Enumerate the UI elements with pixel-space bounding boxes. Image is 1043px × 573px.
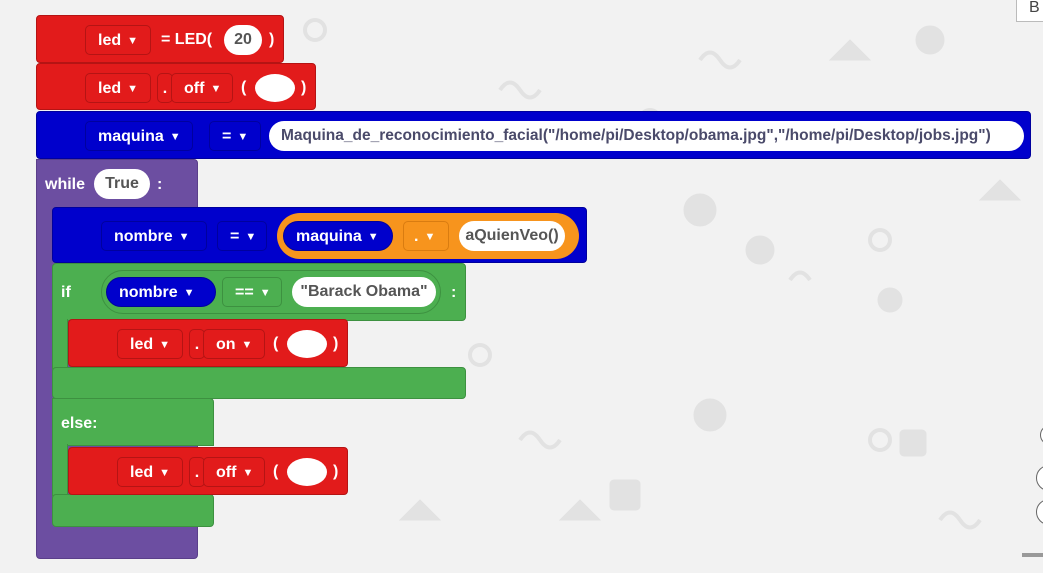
chevron-down-icon: ▼ xyxy=(127,35,139,47)
trash-icon[interactable] xyxy=(1022,553,1043,573)
dot-label: . xyxy=(194,336,200,353)
if-keyword: if xyxy=(61,284,71,301)
nombre-var-dropdown[interactable]: nombre ▼ xyxy=(101,221,207,251)
dot-dropdown[interactable]: . ▼ xyxy=(403,221,449,251)
chevron-down-icon: ▼ xyxy=(367,231,379,243)
method-call-block[interactable]: maquina ▼ . ▼ aQuienVeo() xyxy=(277,213,579,259)
argument-input[interactable] xyxy=(287,458,327,486)
chevron-down-icon: ▼ xyxy=(245,231,257,243)
chevron-down-icon: ▼ xyxy=(241,339,253,351)
maquina-var-dropdown[interactable]: maquina ▼ xyxy=(85,121,193,151)
else-side-bar xyxy=(52,444,68,496)
nombre-var-label: nombre xyxy=(114,228,173,245)
assign-operator-dropdown[interactable]: = ▼ xyxy=(209,121,261,151)
led-constructor-text: = LED( xyxy=(161,31,213,48)
method-name-input[interactable]: aQuienVeo() xyxy=(459,221,565,251)
open-paren: ( xyxy=(273,463,279,480)
object-var-dropdown[interactable]: maquina ▼ xyxy=(283,221,393,251)
led-var-label: led xyxy=(98,80,122,97)
assign-operator-dropdown[interactable]: = ▼ xyxy=(217,221,267,251)
argument-input[interactable] xyxy=(287,330,327,358)
led-off-block-else[interactable]: led ▼ . off ▼ ( ) xyxy=(68,447,348,495)
chevron-down-icon: ▼ xyxy=(127,83,139,95)
if-colon: : xyxy=(451,284,457,301)
corner-button[interactable]: B xyxy=(1016,0,1043,22)
chevron-down-icon: ▼ xyxy=(178,231,190,243)
while-condition-input[interactable]: True xyxy=(94,169,150,199)
led-var-dropdown[interactable]: led ▼ xyxy=(117,457,183,487)
assign-operator-label: = xyxy=(222,128,232,145)
comparison-operator-label: == xyxy=(235,284,254,301)
pin-number-input[interactable]: 20 xyxy=(224,25,262,55)
led-on-block[interactable]: led ▼ . on ▼ ( ) xyxy=(68,319,348,367)
chevron-down-icon: ▼ xyxy=(242,467,254,479)
constructor-expression-input[interactable]: Maquina_de_reconocimiento_facial("/home/… xyxy=(269,121,1024,151)
chevron-down-icon: ▼ xyxy=(210,83,222,95)
chevron-down-icon: ▼ xyxy=(159,467,171,479)
close-paren: ) xyxy=(333,463,339,480)
led-assign-block[interactable]: led ▼ = LED( 20 ) xyxy=(36,15,284,63)
led-var-dropdown[interactable]: led ▼ xyxy=(85,25,151,55)
method-label: off xyxy=(184,80,205,97)
close-paren: ) xyxy=(269,31,275,48)
dot-label: . xyxy=(194,464,200,481)
led-var-label: led xyxy=(98,32,122,49)
comparison-block[interactable]: nombre ▼ == ▼ "Barack Obama" xyxy=(101,270,441,314)
else-keyword: else: xyxy=(61,415,98,432)
method-dropdown[interactable]: off ▼ xyxy=(171,73,233,103)
close-paren: ) xyxy=(301,79,307,96)
else-footer xyxy=(52,494,214,527)
while-colon: : xyxy=(157,176,163,193)
nombre-var-label: nombre xyxy=(119,284,178,301)
if-block[interactable]: if nombre ▼ == ▼ "Barack Obama" : xyxy=(52,263,466,321)
maquina-assign-block[interactable]: maquina ▼ = ▼ Maquina_de_reconocimiento_fa… xyxy=(36,111,1031,159)
led-var-label: led xyxy=(130,336,154,353)
if-footer xyxy=(52,367,466,399)
chevron-down-icon: ▼ xyxy=(159,339,171,351)
chevron-down-icon: ▼ xyxy=(237,131,249,143)
chevron-down-icon: ▼ xyxy=(169,131,181,143)
chevron-down-icon: ▼ xyxy=(259,287,271,299)
assign-operator-label: = xyxy=(230,228,240,245)
led-var-dropdown[interactable]: led ▼ xyxy=(117,329,183,359)
close-paren: ) xyxy=(333,335,339,352)
corner-button-label: B xyxy=(1029,0,1040,16)
chevron-down-icon: ▼ xyxy=(183,287,195,299)
comparison-value-input[interactable]: "Barack Obama" xyxy=(292,277,436,307)
led-var-dropdown[interactable]: led ▼ xyxy=(85,73,151,103)
if-side-bar xyxy=(52,319,68,369)
while-keyword: while xyxy=(45,176,86,193)
open-paren: ( xyxy=(241,79,247,96)
dot-label: . xyxy=(162,80,168,97)
nombre-assign-block[interactable]: nombre ▼ = ▼ maquina ▼ . ▼ aQuienVeo() xyxy=(52,207,587,263)
method-label: off xyxy=(216,464,237,481)
method-dropdown[interactable]: on ▼ xyxy=(203,329,265,359)
open-paren: ( xyxy=(273,335,279,352)
argument-input[interactable] xyxy=(255,74,295,102)
object-var-label: maquina xyxy=(296,228,362,245)
chevron-down-icon: ▼ xyxy=(424,231,436,243)
nombre-var-dropdown[interactable]: nombre ▼ xyxy=(106,277,216,307)
method-dropdown[interactable]: off ▼ xyxy=(203,457,265,487)
else-block[interactable]: else: xyxy=(52,398,214,446)
method-label: on xyxy=(216,336,236,353)
led-off-block[interactable]: led ▼ . off ▼ ( ) xyxy=(36,63,316,110)
maquina-var-label: maquina xyxy=(98,128,164,145)
led-var-label: led xyxy=(130,464,154,481)
comparison-operator-dropdown[interactable]: == ▼ xyxy=(222,277,282,307)
dot-label: . xyxy=(414,228,419,245)
